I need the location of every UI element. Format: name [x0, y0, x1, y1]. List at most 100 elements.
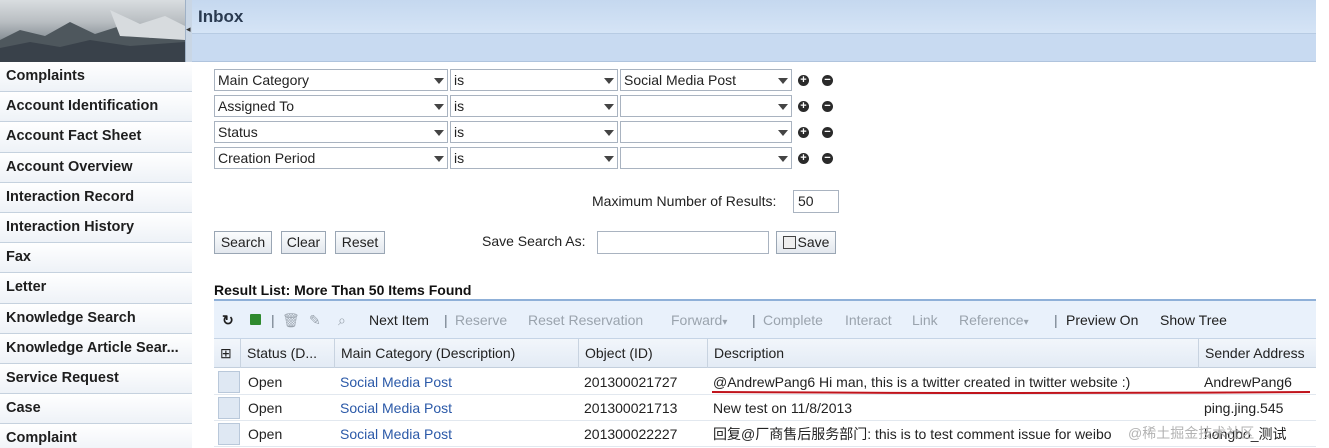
criteria-field-select[interactable]: Status — [214, 121, 448, 143]
sidebar-item-interaction-history[interactable]: Interaction History — [0, 212, 192, 244]
preview-on-button[interactable]: Preview On — [1066, 312, 1138, 328]
sidebar-item-account-identification[interactable]: Account Identification — [0, 92, 192, 123]
criteria-operator-select[interactable]: is — [450, 95, 618, 117]
save-button-label: Save — [797, 234, 830, 250]
dropdown-arrow-icon — [778, 130, 788, 136]
cell-sender-address: ping.jing.545 — [1204, 400, 1284, 416]
criteria-value-select[interactable] — [620, 95, 792, 117]
dropdown-arrow-icon — [604, 78, 614, 84]
criteria-operator-select[interactable]: is — [450, 121, 618, 143]
cell-object-id: 201300021727 — [584, 374, 678, 390]
link-button[interactable]: Link — [912, 312, 938, 328]
clear-button[interactable]: Clear — [281, 231, 326, 254]
criteria-operator-value: is — [454, 72, 465, 88]
add-row-icon[interactable]: + — [798, 75, 809, 86]
save-button[interactable]: Save — [776, 231, 836, 254]
column-header-main-category[interactable]: Main Category (Description) — [334, 339, 578, 368]
save-search-input[interactable] — [597, 231, 769, 254]
sidebar-item-account-overview[interactable]: Account Overview — [0, 152, 192, 183]
cell-status: Open — [248, 400, 283, 416]
reference-label: Reference — [959, 312, 1024, 328]
criteria-field-value: Main Category — [218, 72, 310, 88]
dropdown-arrow-icon — [434, 104, 444, 110]
sidebar-collapse-handle[interactable]: ◂ — [185, 0, 192, 62]
cell-status: Open — [248, 374, 283, 390]
reserve-button[interactable]: Reserve — [455, 312, 507, 328]
result-list-title: Result List: More Than 50 Items Found — [214, 282, 472, 298]
criteria-field-value: Assigned To — [218, 98, 295, 114]
sidebar-item-complaint[interactable]: Complaint — [0, 424, 192, 448]
max-results-label: Maximum Number of Results: — [592, 193, 777, 209]
row-selector[interactable] — [218, 397, 240, 419]
interact-button[interactable]: Interact — [845, 312, 892, 328]
sidebar-item-service-request[interactable]: Service Request — [0, 363, 192, 395]
table-row[interactable]: Open Social Media Post 201300021713 New … — [214, 395, 1316, 421]
dropdown-arrow-icon — [604, 156, 614, 162]
column-settings-icon[interactable]: ⊞ — [214, 339, 240, 368]
cell-main-category-link[interactable]: Social Media Post — [334, 421, 578, 447]
chevron-down-icon: ▾ — [722, 317, 728, 328]
delete-icon[interactable]: 🗑 — [282, 312, 300, 329]
criteria-operator-value: is — [454, 150, 465, 166]
sidebar-item-letter[interactable]: Letter — [0, 273, 192, 304]
cell-main-category-link[interactable]: Social Media Post — [334, 395, 578, 421]
complete-button[interactable]: Complete — [763, 312, 823, 328]
criteria-field-select[interactable]: Assigned To — [214, 95, 448, 117]
reset-reservation-button[interactable]: Reset Reservation — [528, 312, 643, 328]
cell-object-id: 201300021713 — [584, 400, 678, 416]
cell-description: 回复@厂商售后服务部门: this is to test comment iss… — [713, 426, 1112, 442]
dropdown-arrow-icon — [434, 78, 444, 84]
edit-icon[interactable]: ✎ — [309, 312, 321, 329]
remove-row-icon[interactable]: − — [822, 127, 833, 138]
dropdown-arrow-icon — [778, 156, 788, 162]
row-selector[interactable] — [218, 371, 240, 393]
add-row-icon[interactable]: + — [798, 101, 809, 112]
chevron-down-icon: ▾ — [1023, 317, 1029, 328]
max-results-input[interactable]: 50 — [793, 190, 839, 213]
remove-row-icon[interactable]: − — [822, 75, 833, 86]
criteria-value-select[interactable]: Social Media Post — [620, 69, 792, 91]
reset-button[interactable]: Reset — [335, 231, 385, 254]
reference-menu-button[interactable]: Reference▾ — [959, 312, 1029, 328]
column-header-description[interactable]: Description — [707, 339, 1198, 368]
refresh-icon[interactable]: ↻ — [222, 312, 234, 329]
excel-export-icon[interactable] — [250, 314, 261, 325]
add-row-icon[interactable]: + — [798, 127, 809, 138]
criteria-field-select[interactable]: Creation Period — [214, 147, 448, 169]
remove-row-icon[interactable]: − — [822, 153, 833, 164]
cell-main-category-link[interactable]: Social Media Post — [334, 369, 578, 395]
search-button[interactable]: Search — [214, 231, 272, 254]
criteria-operator-select[interactable]: is — [450, 69, 618, 91]
criteria-value-select[interactable] — [620, 121, 792, 143]
sidebar-item-complaints[interactable]: Complaints — [0, 62, 192, 93]
annotation-underline — [712, 391, 1310, 394]
row-selector[interactable] — [218, 423, 240, 445]
forward-menu-button[interactable]: Forward▾ — [671, 312, 727, 328]
search-icon[interactable]: ⌕ — [338, 312, 346, 329]
sidebar-item-interaction-record[interactable]: Interaction Record — [0, 182, 192, 213]
column-header-object-id[interactable]: Object (ID) — [578, 339, 707, 368]
sidebar-item-account-fact-sheet[interactable]: Account Fact Sheet — [0, 122, 192, 153]
cell-status: Open — [248, 426, 283, 442]
page-header: Inbox — [192, 0, 1316, 62]
sidebar-navigation: ◂ Complaints Account Identification Acco… — [0, 0, 192, 448]
add-row-icon[interactable]: + — [798, 153, 809, 164]
column-header-status[interactable]: Status (D... — [240, 339, 334, 368]
criteria-operator-value: is — [454, 124, 465, 140]
floppy-disk-icon — [782, 236, 796, 249]
dropdown-arrow-icon — [434, 130, 444, 136]
collapse-arrow-icon: ◂ — [186, 24, 191, 34]
criteria-value-select[interactable] — [620, 147, 792, 169]
criteria-field-select[interactable]: Main Category — [214, 69, 448, 91]
sidebar-item-knowledge-search[interactable]: Knowledge Search — [0, 303, 192, 334]
show-tree-button[interactable]: Show Tree — [1160, 312, 1227, 328]
page-title: Inbox — [198, 7, 244, 26]
sidebar-item-case[interactable]: Case — [0, 394, 192, 425]
column-header-sender-address[interactable]: Sender Address — [1198, 339, 1316, 368]
sidebar-item-knowledge-article-search[interactable]: Knowledge Article Sear... — [0, 333, 192, 364]
criteria-operator-select[interactable]: is — [450, 147, 618, 169]
sidebar-item-fax[interactable]: Fax — [0, 243, 192, 274]
remove-row-icon[interactable]: − — [822, 101, 833, 112]
next-item-button[interactable]: Next Item — [369, 312, 429, 328]
dropdown-arrow-icon — [604, 130, 614, 136]
